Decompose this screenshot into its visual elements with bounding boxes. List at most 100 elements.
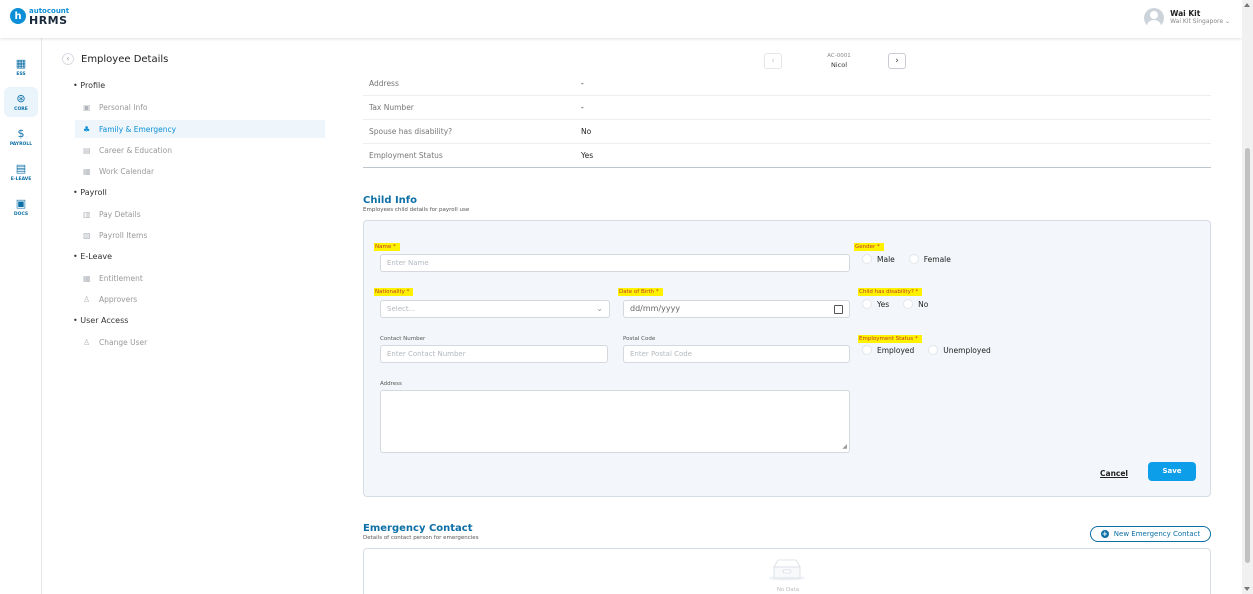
back-chevron-icon[interactable]: ‹ <box>62 53 74 65</box>
employee-side-menu: • Profile ▣ Personal Info ♣ Family & Emerg… <box>42 76 332 594</box>
rail-item-eleave[interactable]: ▤ E-LEAVE <box>4 157 38 187</box>
logo-large-text: HRMS <box>29 14 68 27</box>
rail-label: PAYROLL <box>9 141 33 147</box>
page-title: Employee Details <box>81 54 169 65</box>
contact-label: Contact Number <box>380 336 426 342</box>
users-icon: ♙ <box>83 337 91 347</box>
resize-grip-icon[interactable]: ◢ <box>842 443 847 450</box>
disability-yes-radio[interactable] <box>862 299 872 309</box>
payroll-icon: $ <box>17 126 25 140</box>
user-name: Wai Kit <box>1170 9 1201 18</box>
core-icon: ⊛ <box>16 91 26 105</box>
rail-label: DOCS <box>13 211 29 217</box>
users-icon: ♙ <box>83 294 91 304</box>
plus-icon: + <box>1100 530 1109 538</box>
postal-code-input[interactable]: Enter Postal Code <box>623 345 850 363</box>
menu-section-eleave: • E-Leave <box>73 252 113 261</box>
calendar-icon: ▦ <box>83 166 91 176</box>
nationality-select[interactable]: Select... ⌄ <box>380 300 610 318</box>
emergency-subtitle: Details of contact person for emergencie… <box>363 535 479 541</box>
child-info-subtitle: Employees child details for payroll use <box>363 207 470 213</box>
empty-box-icon <box>769 559 805 581</box>
child-info-form: Name * Enter Name Gender * Male Female N… <box>363 220 1211 497</box>
cancel-button[interactable]: Cancel <box>1100 469 1128 478</box>
save-button[interactable]: Save <box>1148 462 1196 481</box>
scroll-thumb[interactable] <box>1245 148 1250 563</box>
emergency-title: Emergency Contact <box>363 523 473 534</box>
spouse-row-disability: Spouse has disability? No <box>363 120 1211 144</box>
menu-item-change-user[interactable]: ♙ Change User <box>75 333 325 351</box>
docs-icon: ▣ <box>15 196 27 210</box>
disability-label: Child has disability? * <box>858 288 923 296</box>
rail-item-ess[interactable]: ▦ ESS <box>4 52 38 82</box>
chevron-down-icon: ⌄ <box>596 304 603 313</box>
menu-item-approvers[interactable]: ♙ Approvers <box>75 290 325 308</box>
avatar <box>1144 8 1165 28</box>
gender-male-radio[interactable] <box>862 254 872 264</box>
employee-name: Nicol <box>830 61 848 69</box>
prev-employee-button[interactable]: ‹ <box>764 53 782 69</box>
menu-item-entitlement[interactable]: ▦ Entitlement <box>75 269 325 287</box>
gender-female-radio[interactable] <box>908 254 919 264</box>
employment-label: Employment Status * <box>858 335 922 343</box>
main-content: Address - Tax Number - Spouse has disabi… <box>332 79 1242 594</box>
emergency-contact-list: No Data <box>363 548 1211 594</box>
chevron-down-icon: ⌄ <box>1224 18 1230 25</box>
address-textarea[interactable]: ◢ <box>380 390 850 453</box>
module-rail: ▦ ESS ⊛ CORE $ PAYROLL ▤ E-LEAVE ▣ DOCS <box>0 38 42 594</box>
employee-code: AC-0001 <box>827 53 851 59</box>
gender-label: Gender * <box>854 243 884 251</box>
rail-label: CORE <box>14 106 28 112</box>
nationality-placeholder: Select... <box>387 305 416 313</box>
scroll-down-icon[interactable] <box>1244 587 1250 591</box>
spouse-row-tax-number: Tax Number - <box>363 96 1211 120</box>
briefcase-icon: ▤ <box>83 145 91 155</box>
app-logo[interactable]: h autocount HRMS <box>10 7 69 27</box>
next-employee-button[interactable]: › <box>888 53 906 69</box>
ess-icon: ▦ <box>15 56 27 70</box>
disability-radio-group: Yes No <box>862 299 942 309</box>
menu-item-family-emergency[interactable]: ♣ Family & Emergency <box>75 120 325 138</box>
child-info-title: Child Info <box>363 195 418 206</box>
id-card-icon: ▣ <box>83 102 91 112</box>
calendar-icon: ▤ <box>15 161 27 175</box>
page-scrollbar[interactable] <box>1242 0 1253 594</box>
employment-radio-group: Employed Unemployed <box>862 345 1005 355</box>
top-bar: h autocount HRMS Wai Kit Wai Kit Singapo… <box>0 0 1242 38</box>
employed-radio[interactable] <box>862 345 872 355</box>
logo-mark: h <box>10 8 26 24</box>
user-menu[interactable]: Wai Kit Wai Kit Singapore ⌄ <box>1144 8 1230 28</box>
pay-icon: ▥ <box>83 209 91 219</box>
child-name-input[interactable]: Enter Name <box>380 254 850 272</box>
unemployed-radio[interactable] <box>928 345 939 355</box>
empty-state-text: No Data <box>776 587 800 593</box>
menu-section-user-access: • User Access <box>73 316 129 325</box>
calendar-icon: ▦ <box>83 273 91 283</box>
family-icon: ♣ <box>83 124 91 134</box>
calendar-icon[interactable] <box>834 305 843 314</box>
menu-item-pay-details[interactable]: ▥ Pay Details <box>75 205 325 223</box>
name-label: Name * <box>374 243 400 251</box>
rail-item-core[interactable]: ⊛ CORE <box>4 87 38 117</box>
dob-placeholder: dd/mm/yyyy <box>630 304 681 313</box>
menu-section-payroll: • Payroll <box>73 188 107 197</box>
disability-no-radio[interactable] <box>903 299 914 309</box>
rail-item-payroll[interactable]: $ PAYROLL <box>4 122 38 152</box>
rail-label: E-LEAVE <box>10 176 32 182</box>
spouse-row-address: Address - <box>363 72 1211 96</box>
dob-label: Date of Birth * <box>618 288 663 296</box>
gender-radio-group: Male Female <box>862 254 965 264</box>
menu-item-personal-info[interactable]: ▣ Personal Info <box>75 98 325 116</box>
new-emergency-contact-button[interactable]: + New Emergency Contact <box>1090 526 1211 542</box>
list-icon: ▧ <box>83 230 91 240</box>
menu-item-payroll-items[interactable]: ▧ Payroll Items <box>75 226 325 244</box>
dob-input[interactable]: dd/mm/yyyy <box>623 300 850 318</box>
menu-item-career-education[interactable]: ▤ Career & Education <box>75 141 325 159</box>
contact-number-input[interactable]: Enter Contact Number <box>380 345 608 363</box>
spouse-row-employment-status: Employment Status Yes <box>363 144 1211 168</box>
menu-item-work-calendar[interactable]: ▦ Work Calendar <box>75 162 325 180</box>
rail-label: ESS <box>16 71 26 77</box>
scroll-up-icon[interactable] <box>1244 3 1250 7</box>
menu-section-profile: • Profile <box>73 81 106 90</box>
rail-item-docs[interactable]: ▣ DOCS <box>4 192 38 222</box>
